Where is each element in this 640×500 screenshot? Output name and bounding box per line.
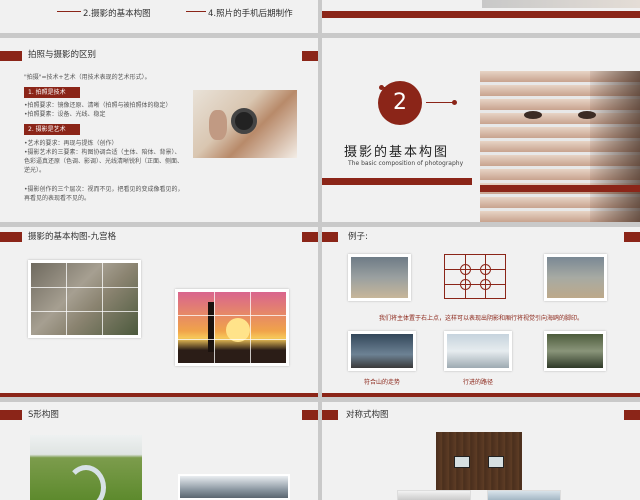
forest-path-photo (544, 331, 606, 371)
title-bar-left (0, 410, 22, 420)
bottom-bar (322, 393, 640, 397)
eye-left (524, 111, 542, 119)
toc-line (186, 11, 206, 12)
grid-v2 (102, 263, 103, 335)
diagram-v2 (485, 255, 486, 298)
bottom-bar (0, 393, 318, 397)
section-number: 2 (378, 81, 422, 125)
focus-point-icon (480, 279, 491, 290)
grid-v1 (66, 263, 67, 335)
hair-shade (590, 71, 640, 222)
slide-title: S形构图 (28, 410, 59, 420)
title-bar-left (0, 232, 22, 242)
line-4: •摄影艺术的三要素：构图协调合适（主体、陪体、背景）、色彩逼真还原（色调、影调）… (24, 149, 184, 174)
photographer-photo (193, 90, 297, 158)
portrait-photo-striped (480, 71, 640, 222)
slide-top-right-partial[interactable] (322, 0, 640, 33)
definition-text: "拍摄"=技术+艺术（用技术表现的艺术形式）。 (24, 74, 151, 81)
hand-shape (209, 110, 227, 140)
diagram-h2 (445, 284, 505, 285)
pier-photo (444, 331, 512, 371)
right-band (480, 185, 640, 192)
caption-mountain: 符合山的走势 (363, 379, 400, 386)
diagram-v1 (465, 255, 466, 298)
diagram-h1 (445, 269, 505, 270)
left-band (322, 178, 472, 185)
example-caption: 我们将主体置于右上点，这样可以表现出阴影和厢行将视觉引向海鸥的脚印。 (378, 315, 583, 322)
title-bar-left (0, 51, 22, 61)
river-curve (66, 465, 106, 500)
thirds-diagram (444, 254, 506, 299)
slide-photo-vs-photography[interactable]: 拍照与摄影的区别 "拍摄"=技术+艺术（用技术表现的艺术形式）。 1. 拍照是技… (0, 38, 318, 222)
section-title: 摄影的基本构图 (344, 145, 450, 160)
line-5: •摄影创作的三个层次：视而不见，把看见的变成像看见的，再看见的表现看不见的。 (24, 186, 184, 202)
caption-path: 行进的路径 (462, 379, 493, 386)
slide-s-composition[interactable]: S形构图 (0, 402, 318, 500)
window-left (454, 456, 470, 468)
grid-v2 (250, 292, 251, 363)
tag-photography-is-art: 2. 摄影是艺术 (24, 124, 80, 135)
seagull-photo-1 (348, 254, 411, 301)
title-bar-right (624, 410, 640, 420)
dot-right (452, 100, 457, 105)
line-2: •拍照要素：设备、光线、稳定 (24, 111, 106, 118)
title-bar-left (322, 410, 338, 420)
grid-h2 (178, 339, 286, 340)
mountain-photo (348, 331, 416, 371)
cat-photo (28, 260, 141, 338)
slide-title: 例子: (348, 232, 368, 242)
toc-item-4: 4.照片的手机后期制作 (208, 9, 293, 19)
slide-example[interactable]: 例子: 我们将主体置于右上点，这样可以表现出阴影和厢行将视觉引向海鸥的脚印。 符… (322, 227, 640, 397)
slide-section-2[interactable]: 2 摄影的基本构图 The basic composition of photo… (322, 38, 640, 222)
focus-point-icon (460, 264, 471, 275)
slide-symmetric-composition[interactable]: 对称式构图 (322, 402, 640, 500)
photo-bottom-left (397, 490, 471, 500)
slide-toc-partial[interactable]: 2.摄影的基本构图 4.照片的手机后期制作 (0, 0, 318, 33)
line-1: •拍照要求：镜像还原、清晰（拍照与被拍照体的稳定） (24, 102, 172, 109)
circle-line-right (426, 102, 454, 103)
title-bar-right (624, 232, 640, 242)
section-subtitle: The basic composition of photography (348, 160, 464, 167)
slide-title: 对称式构图 (346, 410, 389, 420)
seagull-photo-2 (544, 254, 607, 301)
title-bar-right (302, 410, 318, 420)
line-3: •艺术的要求：再现与提炼（创作） (24, 140, 118, 147)
photo-strip (482, 0, 640, 8)
grid-h1 (31, 287, 138, 288)
toc-item-2: 2.摄影的基本构图 (83, 9, 151, 19)
camera-lens-icon (231, 108, 257, 134)
title-bar-right (302, 51, 318, 61)
window-right (488, 456, 504, 468)
sunset-silhouette-photo (175, 289, 289, 366)
photo-bottom-right (487, 490, 561, 500)
slide-title: 拍照与摄影的区别 (28, 50, 97, 60)
slide-rule-of-thirds[interactable]: 摄影的基本构图-九宫格 (0, 227, 318, 397)
title-bar-right (302, 232, 318, 242)
river-field-photo (30, 435, 142, 500)
mountain-valley-photo (178, 474, 290, 500)
focus-point-icon (460, 279, 471, 290)
grid-h1 (178, 315, 286, 316)
toc-line (57, 11, 81, 12)
wooden-wall-photo (436, 432, 522, 490)
grid-v1 (214, 292, 215, 363)
focus-point-icon (480, 264, 491, 275)
slide-title: 摄影的基本构图-九宫格 (28, 232, 117, 242)
title-bar-left (322, 232, 338, 242)
tag-photo-is-tech: 1. 拍照是技术 (24, 87, 80, 98)
grid-h2 (31, 311, 138, 312)
bottom-bar (322, 11, 640, 18)
